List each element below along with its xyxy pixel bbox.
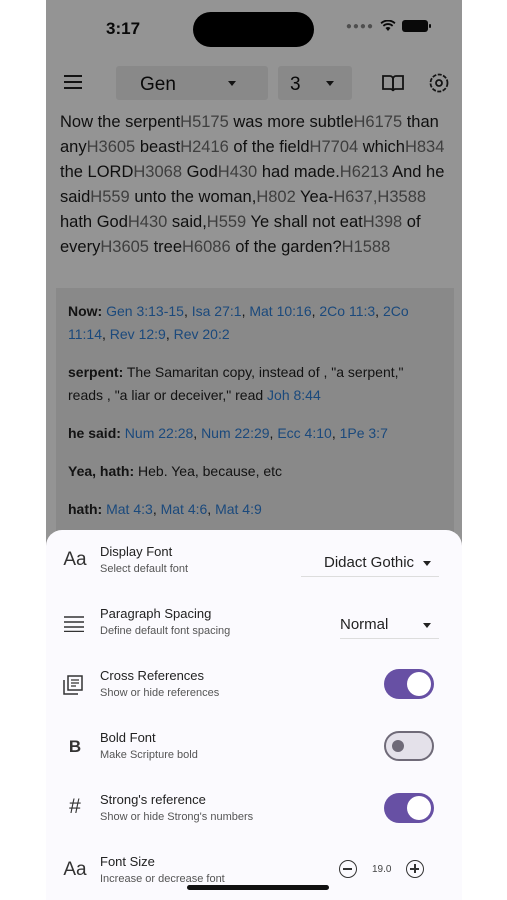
paragraph-spacing-value: Normal bbox=[340, 616, 389, 633]
display-font-dropdown[interactable]: Didact Gothic bbox=[301, 550, 439, 577]
display-font-title: Display Font bbox=[100, 544, 173, 559]
bold-font-toggle[interactable] bbox=[384, 731, 434, 761]
display-font-value: Didact Gothic bbox=[324, 554, 415, 571]
display-font-row: Aa Display Font Select default font Dida… bbox=[46, 544, 462, 606]
cross-references-subtitle: Show or hide references bbox=[100, 687, 220, 699]
font-icon: Aa bbox=[63, 549, 87, 570]
library-icon bbox=[63, 675, 83, 695]
display-font-subtitle: Select default font bbox=[100, 563, 189, 575]
bold-font-title: Bold Font bbox=[100, 730, 156, 745]
bold-icon: B bbox=[68, 737, 82, 756]
strongs-reference-toggle[interactable] bbox=[384, 793, 434, 823]
cross-references-toggle[interactable] bbox=[384, 669, 434, 699]
paragraph-spacing-subtitle: Define default font spacing bbox=[100, 625, 231, 637]
paragraph-spacing-dropdown[interactable]: Normal bbox=[340, 612, 439, 639]
settings-bottom-sheet: Aa Display Font Select default font Dida… bbox=[46, 530, 462, 900]
toggle-knob bbox=[407, 672, 431, 696]
phone-screen: 3:17 ●●●● Gen 3 Now the serpentH5175 was… bbox=[46, 0, 462, 900]
paragraph-spacing-title: Paragraph Spacing bbox=[100, 606, 212, 621]
strongs-reference-row: # Strong's reference Show or hide Strong… bbox=[46, 792, 462, 854]
strongs-reference-title: Strong's reference bbox=[100, 792, 206, 807]
decrease-font-button[interactable] bbox=[339, 860, 357, 878]
chevron-down-icon bbox=[423, 623, 431, 628]
bold-font-row: B Bold Font Make Scripture bold bbox=[46, 730, 462, 792]
home-indicator bbox=[187, 885, 329, 890]
font-size-row: Aa Font Size Increase or decrease font 1… bbox=[46, 854, 462, 900]
cross-references-row: Cross References Show or hide references bbox=[46, 668, 462, 730]
font-size-subtitle: Increase or decrease font bbox=[100, 873, 225, 885]
bold-font-subtitle: Make Scripture bold bbox=[100, 749, 198, 761]
toggle-knob bbox=[392, 740, 404, 752]
chevron-down-icon bbox=[423, 561, 431, 566]
increase-font-button[interactable] bbox=[406, 860, 424, 878]
strongs-reference-subtitle: Show or hide Strong's numbers bbox=[100, 811, 254, 823]
paragraph-spacing-row: Paragraph Spacing Define default font sp… bbox=[46, 606, 462, 668]
font-size-title: Font Size bbox=[100, 854, 155, 869]
hash-icon: # bbox=[69, 795, 81, 818]
lines-icon bbox=[64, 616, 84, 632]
cross-references-title: Cross References bbox=[100, 668, 205, 683]
font-size-value: 19.0 bbox=[372, 864, 392, 875]
toggle-knob bbox=[407, 796, 431, 820]
font-size-icon: Aa bbox=[63, 859, 87, 880]
